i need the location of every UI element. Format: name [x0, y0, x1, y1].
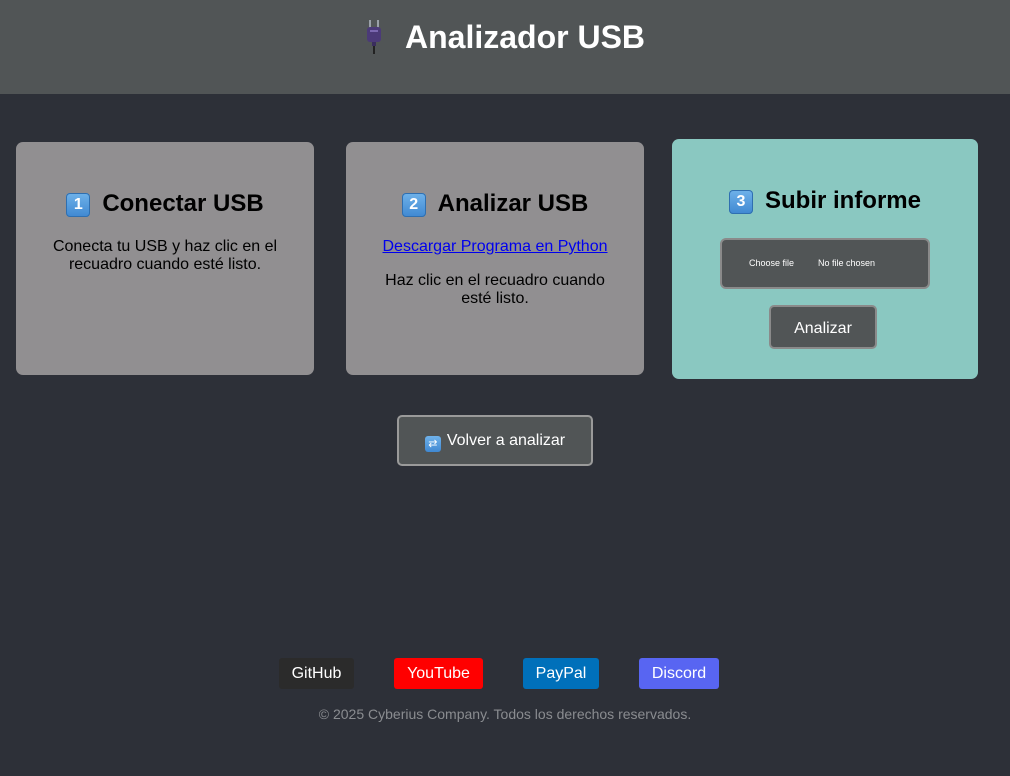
step-description: Conecta tu USB y haz clic en el recuadro… [52, 238, 278, 273]
keycap-two-icon: 2 [401, 193, 426, 217]
step-card-upload: 3 Subir informe Choose file No file chose… [672, 139, 978, 379]
discord-link[interactable]: Discord [639, 658, 719, 689]
keycap-one-icon: 1 [66, 193, 91, 217]
file-status: No file chosen [818, 258, 876, 268]
choose-file-button[interactable]: Choose file [749, 240, 794, 287]
step-card-connect[interactable]: 1 Conectar USB Conecta tu USB y haz clic … [16, 142, 314, 375]
step-card-analyze[interactable]: 2 Analizar USB Descargar Programa en Pyth… [346, 142, 644, 375]
repeat-arrows-icon: ⇄ [424, 436, 441, 452]
keycap-three-icon: 3 [728, 190, 753, 214]
github-link[interactable]: GitHub [279, 658, 354, 689]
step-title: 1 Conectar USB [16, 190, 314, 218]
step-title-text: Analizar USB [437, 190, 589, 217]
file-input[interactable]: Choose file No file chosen [720, 238, 930, 289]
step-title: 3 Subir informe [672, 187, 978, 215]
download-python-link[interactable]: Descargar Programa en Python [346, 238, 644, 256]
copyright-text: © 2025 Cyberius Company. Todos los derec… [318, 706, 692, 722]
retry-label: Volver a analizar [446, 432, 566, 449]
retry-analysis-button[interactable]: ⇄ Volver a analizar [397, 415, 593, 466]
step-title-text: Subir informe [764, 187, 921, 214]
title-text: Analizador USB [404, 19, 646, 55]
step-description: Haz clic en el recuadro cuando esté list… [385, 272, 605, 307]
step-title: 2 Analizar USB [346, 190, 644, 218]
page-title: Analizador USB [0, 18, 1010, 56]
analyze-button[interactable]: Analizar [769, 305, 877, 349]
youtube-link[interactable]: YouTube [394, 658, 483, 689]
header: Analizador USB [0, 0, 1010, 94]
step-title-text: Conectar USB [102, 190, 264, 217]
paypal-link[interactable]: PayPal [523, 658, 599, 689]
electric-plug-icon [366, 20, 381, 54]
